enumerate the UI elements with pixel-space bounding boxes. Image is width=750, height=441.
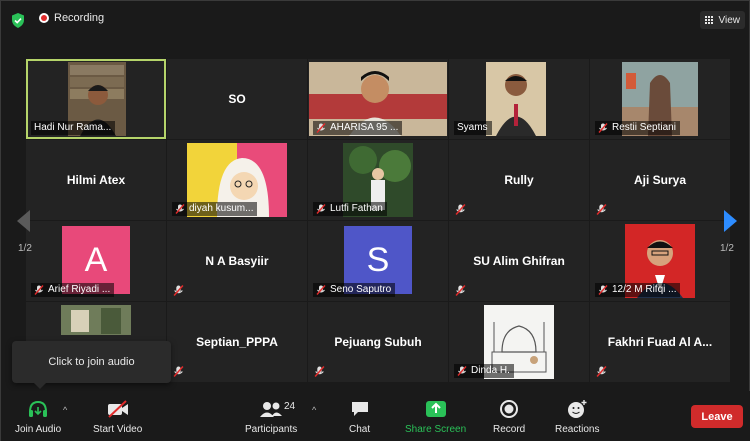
participant-name: Syams: [454, 121, 492, 135]
muted-mic-icon: [316, 123, 326, 133]
reactions-smiley-icon: [566, 397, 588, 421]
page-indicator-right: 1/2: [720, 243, 734, 254]
participants-count-badge: 24: [284, 401, 296, 412]
participant-video: [486, 62, 546, 136]
participant-name: AHARISA 95 ...: [313, 121, 403, 135]
video-tile[interactable]: Hilmi Atex: [26, 140, 166, 220]
chat-label: Chat: [349, 424, 371, 435]
muted-mic-icon: [598, 285, 608, 295]
record-label: Record: [493, 424, 526, 435]
video-tile[interactable]: Rully: [449, 140, 589, 220]
audio-options-chevron-icon[interactable]: ^: [63, 405, 67, 415]
muted-mic-icon: [598, 123, 608, 133]
participant-name: Seno Saputro: [313, 283, 396, 297]
participant-name: Arief Riyadi ...: [31, 283, 115, 297]
participant-name: diyah kusum...: [172, 202, 258, 216]
join-audio-tooltip[interactable]: Click to join audio: [12, 341, 171, 389]
participant-name: Hadi Nur Rama...: [31, 121, 116, 135]
muted-mic-icon: [173, 285, 184, 296]
video-tile[interactable]: Restii Septiani: [590, 59, 730, 139]
join-audio-button[interactable]: Join Audio: [15, 397, 61, 435]
participant-name: Dinda H.: [454, 364, 514, 378]
muted-mic-icon: [596, 366, 607, 377]
video-tile[interactable]: SO: [167, 59, 307, 139]
video-tile[interactable]: Aji Surya: [590, 140, 730, 220]
video-tile[interactable]: 12/2 M Rifqi ...: [590, 221, 730, 301]
muted-mic-icon: [455, 204, 466, 215]
recording-label: Recording: [54, 12, 105, 24]
video-tile[interactable]: Lutfi Fathan: [308, 140, 448, 220]
reactions-label: Reactions: [555, 424, 600, 435]
participant-name: Hilmi Atex: [66, 173, 126, 187]
reactions-button[interactable]: Reactions: [555, 397, 599, 435]
headphones-icon: [27, 397, 49, 421]
chat-icon: [350, 397, 370, 421]
video-tile[interactable]: S Seno Saputro: [308, 221, 448, 301]
video-tile[interactable]: Dinda H.: [449, 302, 589, 382]
chat-button[interactable]: Chat: [349, 397, 370, 435]
muted-mic-icon: [316, 285, 326, 295]
next-page-icon[interactable]: [724, 210, 737, 232]
participant-name: SO: [228, 92, 246, 106]
video-tile[interactable]: Syams: [449, 59, 589, 139]
participant-name: Restii Septiani: [595, 121, 680, 135]
muted-mic-icon: [34, 285, 44, 295]
view-label: View: [718, 14, 741, 26]
share-screen-icon: [425, 397, 447, 421]
start-video-button[interactable]: Start Video: [93, 397, 142, 435]
participant-name: Pejuang Subuh: [334, 335, 422, 349]
start-video-label: Start Video: [93, 424, 143, 435]
muted-mic-icon: [455, 285, 466, 296]
participants-options-chevron-icon[interactable]: ^: [312, 405, 316, 415]
zoom-meeting-window: Recording View Hadi Nur Rama... SO AHARI…: [0, 0, 750, 441]
video-tile[interactable]: diyah kusum...: [167, 140, 307, 220]
video-tile[interactable]: Fakhri Fuad Al A...: [590, 302, 730, 382]
record-icon: [499, 397, 519, 421]
meeting-toolbar: Join Audio ^ Start Video Participants 24…: [1, 391, 750, 441]
record-button[interactable]: Record: [493, 397, 525, 435]
video-tile[interactable]: N A Basyiir: [167, 221, 307, 301]
tooltip-text: Click to join audio: [48, 356, 135, 368]
muted-mic-icon: [314, 366, 325, 377]
previous-page-icon[interactable]: [17, 210, 30, 232]
share-screen-label: Share Screen: [405, 424, 467, 435]
recording-indicator[interactable]: Recording: [39, 12, 104, 24]
grid-icon: [704, 15, 715, 25]
participant-name: 12/2 M Rifqi ...: [595, 283, 681, 297]
share-screen-button[interactable]: Share Screen: [405, 397, 466, 435]
muted-mic-icon: [457, 366, 467, 376]
view-button[interactable]: View: [699, 11, 745, 29]
muted-mic-icon: [175, 204, 185, 214]
muted-mic-icon: [316, 204, 326, 214]
participant-name: SU Alim Ghifran: [473, 254, 565, 268]
video-tile[interactable]: Hadi Nur Rama...: [26, 59, 166, 139]
video-tile[interactable]: AHARISA 95 ...: [308, 59, 448, 139]
video-off-icon: [106, 397, 130, 421]
leave-button[interactable]: Leave: [691, 405, 743, 428]
participant-name: Aji Surya: [633, 173, 687, 187]
video-tile[interactable]: SU Alim Ghifran: [449, 221, 589, 301]
participants-label: Participants: [245, 424, 298, 435]
video-tile[interactable]: Septian_PPPA: [167, 302, 307, 382]
muted-mic-icon: [173, 366, 184, 377]
shield-icon[interactable]: [11, 13, 25, 28]
participant-name: Lutfi Fathan: [313, 202, 387, 216]
gallery-grid: Hadi Nur Rama... SO AHARISA 95 ... Syams…: [26, 59, 730, 382]
top-bar: Recording View: [1, 1, 750, 39]
join-audio-label: Join Audio: [15, 424, 62, 435]
video-tile[interactable]: A Arief Riyadi ...: [26, 221, 166, 301]
record-dot-icon: [39, 13, 49, 23]
participant-name: Rully: [504, 173, 534, 187]
participant-name: Fakhri Fuad Al A...: [607, 335, 713, 349]
participant-name: Septian_PPPA: [196, 335, 278, 349]
participant-name: N A Basyiir: [205, 254, 269, 268]
participants-icon: [258, 397, 284, 421]
page-indicator-left: 1/2: [18, 243, 32, 254]
video-tile[interactable]: Pejuang Subuh: [308, 302, 448, 382]
muted-mic-icon: [596, 204, 607, 215]
